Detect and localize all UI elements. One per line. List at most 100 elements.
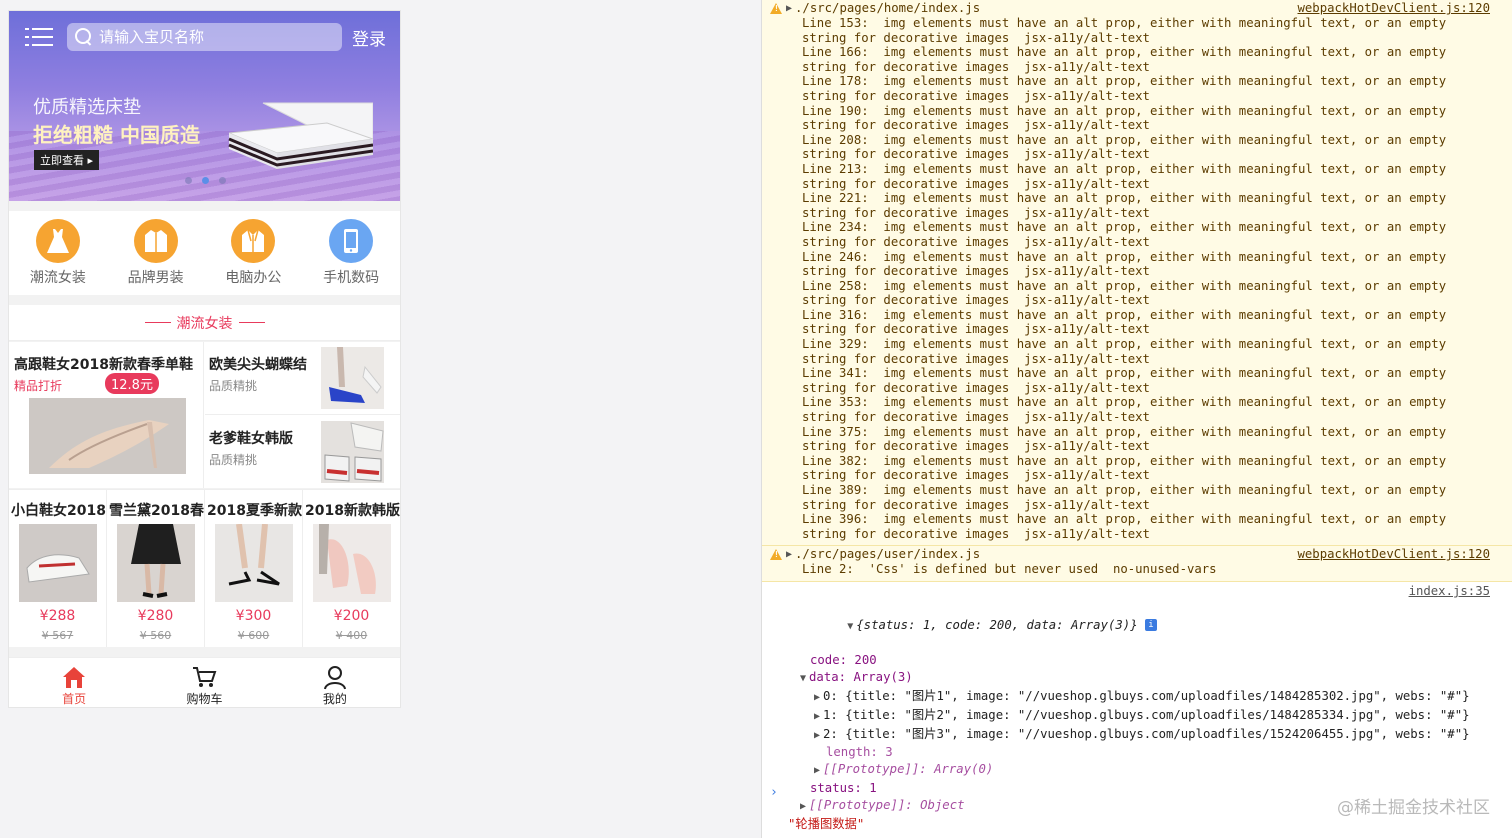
tab-label: 购物车: [186, 692, 223, 706]
warning-line: Line 246: img elements must have an alt …: [802, 249, 1447, 264]
featured-product-big[interactable]: 高跟鞋女2018新款春季单鞋 精品打折 12.8元: [9, 342, 204, 488]
warning-icon: [770, 548, 782, 560]
warning-line: string for decorative images jsx-a11y/al…: [802, 410, 1150, 425]
search-box[interactable]: [67, 23, 342, 51]
source-link[interactable]: webpackHotDevClient.js:120: [1298, 1, 1491, 15]
cart-icon: [193, 667, 217, 687]
warning-line: Line 190: img elements must have an alt …: [802, 103, 1447, 118]
banner-cta-button[interactable]: 立即查看 ▸: [34, 150, 100, 170]
banner-carousel[interactable]: 登录 优质精选床垫 拒绝粗糙 中国质造 立即查看 ▸: [9, 11, 400, 201]
console-warning: ▶ ./src/pages/user/index.js webpackHotDe…: [762, 546, 1512, 582]
source-link[interactable]: webpackHotDevClient.js:120: [1298, 547, 1491, 561]
collapse-triangle-icon[interactable]: ▼: [800, 673, 806, 684]
log-length-text: length: 3: [826, 745, 893, 760]
warning-line: Line 258: img elements must have an alt …: [802, 278, 1447, 293]
warning-line: Line 329: img elements must have an alt …: [802, 337, 1447, 352]
product-subtitle: 品质精挑: [209, 379, 258, 393]
product-price: ¥280: [137, 608, 174, 624]
log-item[interactable]: ▶ 1: {title: "图片2", image: "//vueshop.glb…: [788, 707, 1512, 726]
product-price-badge: 12.8元: [105, 373, 159, 394]
menu-icon[interactable]: [25, 26, 53, 48]
product-image: [19, 524, 97, 602]
log-status-text: status: 1: [810, 780, 877, 795]
tab-label: 首页: [62, 692, 87, 706]
expand-triangle-icon[interactable]: ▶: [786, 3, 792, 14]
warning-header[interactable]: ▶ ./src/pages/user/index.js webpackHotDe…: [770, 546, 1512, 562]
carousel-dot[interactable]: [185, 177, 192, 184]
category-label: 潮流女装: [29, 270, 86, 286]
product-card[interactable]: 2018夏季新款 ¥300 ¥ 600: [205, 490, 303, 647]
product-card[interactable]: 小白鞋女2018 ¥288 ¥ 567: [9, 490, 107, 647]
log-proto-array[interactable]: ▶ [[Prototype]]: Array(0): [788, 761, 1512, 780]
product-card[interactable]: 2018新款韩版 ¥200 ¥ 400: [303, 490, 400, 647]
search-input[interactable]: [99, 28, 329, 46]
product-original-price: ¥ 560: [139, 629, 172, 642]
warning-line: string for decorative images jsx-a11y/al…: [802, 468, 1150, 483]
bottom-tab-bar: 首页 购物车 我的: [9, 657, 400, 707]
warning-line: Line 234: img elements must have an alt …: [802, 220, 1447, 235]
expand-triangle-icon[interactable]: ▶: [786, 549, 792, 560]
warning-line: string for decorative images jsx-a11y/al…: [802, 526, 1150, 541]
warning-line: string for decorative images jsx-a11y/al…: [802, 380, 1150, 395]
log-summary[interactable]: ▼ {status: 1, code: 200, data: Array(3)} …: [788, 600, 1512, 652]
warning-line: string for decorative images jsx-a11y/al…: [802, 322, 1150, 337]
title-line-left: [144, 322, 171, 323]
category-item-digital[interactable]: 手机数码: [302, 211, 400, 295]
log-length: length: 3: [788, 744, 1512, 761]
expand-triangle-icon[interactable]: ▶: [814, 730, 820, 741]
expand-triangle-icon[interactable]: ▶: [800, 801, 806, 812]
carousel-dots: [185, 177, 226, 184]
product-subtitle: 品质精挑: [209, 453, 258, 467]
log-item[interactable]: ▶ 0: {title: "图片1", image: "//vueshop.glb…: [788, 688, 1512, 707]
product-tag: 精品打折: [14, 379, 63, 393]
expand-triangle-icon[interactable]: ▶: [814, 765, 820, 776]
carousel-dot-active[interactable]: [202, 177, 209, 184]
warning-header[interactable]: ▶ ./src/pages/home/index.js webpackHotDe…: [770, 0, 1512, 16]
watermark: @稀土掘金技术社区: [1337, 798, 1490, 818]
expand-triangle-icon[interactable]: ▶: [814, 692, 820, 703]
product-name: 2018新款韩版: [305, 503, 400, 519]
warning-line: Line 221: img elements must have an alt …: [802, 191, 1447, 206]
warning-line: string for decorative images jsx-a11y/al…: [802, 439, 1150, 454]
login-button[interactable]: 登录: [352, 25, 386, 50]
featured-product-small[interactable]: 欧美尖头蝴蝶结 品质精挑: [205, 342, 400, 415]
collapse-triangle-icon[interactable]: ▼: [847, 621, 853, 632]
product-name: 欧美尖头蝴蝶结: [209, 357, 307, 373]
banner-slogan: 拒绝粗糙 中国质造: [33, 123, 200, 147]
log-label: "轮播图数据": [788, 816, 865, 831]
featured-product-small[interactable]: 老爹鞋女韩版 品质精挑: [205, 416, 400, 489]
section-title: 潮流女装: [9, 305, 400, 341]
dress-icon: [35, 219, 80, 263]
home-icon: [63, 667, 86, 688]
product-card[interactable]: 雪兰黛2018春 ¥280 ¥ 560: [107, 490, 205, 647]
screen: 登录 优质精选床垫 拒绝粗糙 中国质造 立即查看 ▸: [0, 0, 1512, 838]
log-data[interactable]: ▼ data: Array(3): [788, 669, 1512, 688]
category-item-office[interactable]: 电脑办公: [205, 211, 303, 295]
product-name: 老爹鞋女韩版: [209, 431, 293, 447]
console-prompt[interactable]: ›: [770, 785, 778, 800]
category-label: 品牌男装: [127, 270, 184, 286]
log-item[interactable]: ▶ 2: {title: "图片3", image: "//vueshop.glb…: [788, 726, 1512, 745]
warning-line: Line 341: img elements must have an alt …: [802, 366, 1447, 381]
product-name: 高跟鞋女2018新款春季单鞋: [14, 357, 193, 373]
shirt-icon: [133, 219, 178, 263]
jacket-icon: [231, 219, 276, 263]
warning-file: ./src/pages/home/index.js: [795, 1, 981, 15]
source-link[interactable]: index.js:35: [1409, 584, 1490, 598]
category-item-men[interactable]: 品牌男装: [107, 211, 205, 295]
expand-triangle-icon[interactable]: ▶: [814, 711, 820, 722]
category-item-women[interactable]: 潮流女装: [9, 211, 107, 295]
top-bar: 登录: [9, 11, 400, 63]
user-icon: [323, 666, 346, 690]
product-price: ¥200: [333, 608, 370, 624]
console-warning: ▶ ./src/pages/home/index.js webpackHotDe…: [762, 0, 1512, 547]
product-image: [215, 524, 293, 602]
tab-profile[interactable]: 我的: [270, 658, 400, 707]
product-name: 雪兰黛2018春: [109, 503, 204, 519]
devtools-console: ▶ ./src/pages/home/index.js webpackHotDe…: [761, 0, 1512, 838]
product-image: [321, 421, 384, 483]
tab-home[interactable]: 首页: [9, 658, 139, 707]
warning-line: Line 153: img elements must have an alt …: [802, 16, 1447, 30]
carousel-dot[interactable]: [219, 177, 226, 184]
tab-cart[interactable]: 购物车: [139, 658, 269, 707]
